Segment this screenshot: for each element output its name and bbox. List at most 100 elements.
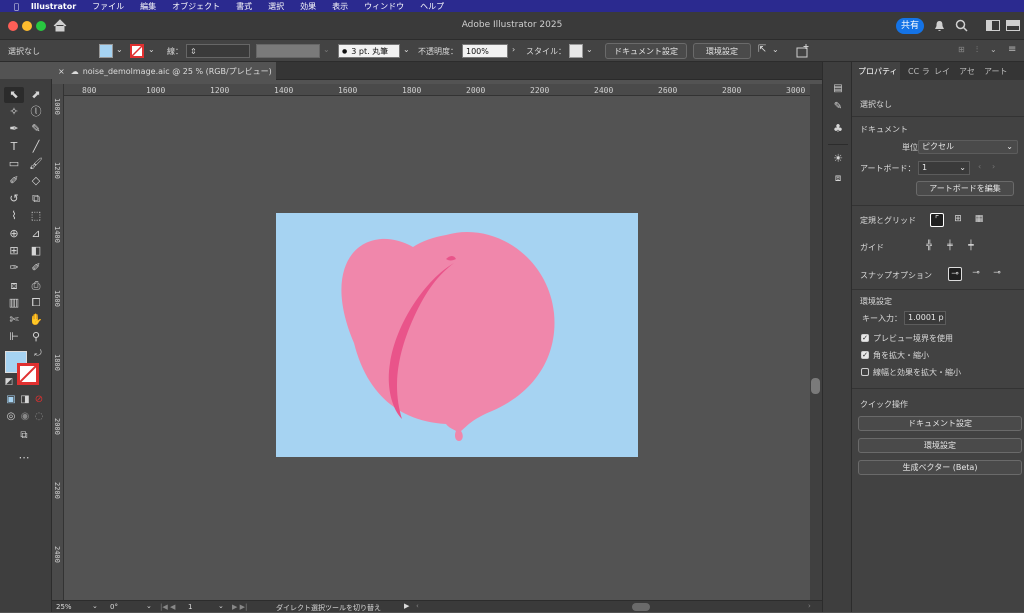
menu-edit[interactable]: 編集 xyxy=(140,1,156,12)
chevron-down-icon[interactable]: ⌄ xyxy=(116,45,123,54)
perspective-grid-tool-icon[interactable]: ⊿ xyxy=(29,227,43,241)
chevron-down-icon[interactable]: ⌄ xyxy=(586,45,593,54)
chevron-down-icon[interactable]: ⌄ xyxy=(146,602,152,610)
direct-selection-tool-icon[interactable]: ⬈ xyxy=(29,88,43,102)
rotation-value[interactable]: 0° xyxy=(110,603,118,611)
chevron-down-icon[interactable]: ⌄ xyxy=(990,45,997,54)
document-tab[interactable]: × ☁ noise_demolmage.aic @ 25 % (RGB/プレビュ… xyxy=(52,62,276,80)
preferences-button[interactable]: 環境設定 xyxy=(693,43,751,59)
horizontal-ruler[interactable]: 800 1000 1200 1400 1600 1800 2000 2200 2400 2600 2… xyxy=(64,84,810,96)
menu-select[interactable]: 選択 xyxy=(268,1,284,12)
show-guides-icon[interactable]: ╬ xyxy=(922,240,936,254)
menu-help[interactable]: ヘルプ xyxy=(420,1,444,12)
horizontal-scroll-thumb[interactable] xyxy=(632,603,650,611)
blend-tool-icon[interactable]: ⧈ xyxy=(7,279,21,293)
transform-panel-icon[interactable]: ⧈ xyxy=(831,172,845,186)
smart-guides-icon[interactable]: ┿ xyxy=(964,240,978,254)
align-icon[interactable]: ⊞ xyxy=(958,45,965,54)
canvas[interactable] xyxy=(64,96,810,600)
chevron-left-icon[interactable]: ‹ xyxy=(416,602,419,610)
magic-wand-tool-icon[interactable]: ✧ xyxy=(7,105,21,119)
chevron-right-icon[interactable]: ▶ xyxy=(404,602,409,610)
scale-corners-checkbox[interactable]: ✓ xyxy=(861,351,869,359)
rectangle-tool-icon[interactable]: ▭ xyxy=(7,157,21,171)
tab-cc-libraries[interactable]: CC ラ xyxy=(908,62,930,80)
menu-type[interactable]: 書式 xyxy=(236,1,252,12)
preview-bounds-label[interactable]: プレビュー境界を使用 xyxy=(873,333,953,344)
snap-to-pixel-icon[interactable]: ⊸ xyxy=(969,267,983,281)
chevron-down-icon[interactable]: ⌄ xyxy=(218,602,224,610)
shape-builder-tool-icon[interactable]: ⊕ xyxy=(7,227,21,241)
warp-tool-icon[interactable]: ⌇ xyxy=(7,209,21,223)
mesh-tool-icon[interactable]: ⊞ xyxy=(7,244,21,258)
lasso-tool-icon[interactable]: ⓛ xyxy=(29,105,43,119)
artboard-number[interactable]: 1 xyxy=(188,603,192,611)
hand-tool-icon[interactable]: ✋ xyxy=(29,313,43,327)
transparency-grid-icon[interactable]: ▦ xyxy=(972,213,986,227)
menu-file[interactable]: ファイル xyxy=(92,1,124,12)
edit-artboards-button[interactable]: アートボードを編集 xyxy=(916,181,1014,196)
none-mode-icon[interactable]: ⊘ xyxy=(32,393,46,407)
lock-guides-icon[interactable]: ╪ xyxy=(943,240,957,254)
opacity-label[interactable]: 不透明度： xyxy=(418,46,458,57)
bell-icon[interactable] xyxy=(934,20,945,32)
menu-object[interactable]: オブジェクト xyxy=(172,1,220,12)
symbols-panel-icon[interactable]: ♣ xyxy=(831,122,845,136)
next-artboard-icon[interactable]: ▶ ▶| xyxy=(232,603,247,611)
quick-document-setup-button[interactable]: ドキュメント設定 xyxy=(858,416,1022,431)
vertical-scrollbar[interactable] xyxy=(810,84,822,600)
next-artboard-icon[interactable]: › xyxy=(992,162,995,171)
appearance-panel-icon[interactable]: ☀ xyxy=(831,152,845,166)
scale-corners-label[interactable]: 角を拡大・縮小 xyxy=(873,350,929,361)
menu-effect[interactable]: 効果 xyxy=(300,1,316,12)
menu-view[interactable]: 表示 xyxy=(332,1,348,12)
artboard-select[interactable]: 1 ⌄ xyxy=(918,161,970,175)
previous-artboard-icon[interactable]: ‹ xyxy=(978,162,981,171)
panels-layout-icon[interactable] xyxy=(1006,20,1020,31)
draw-behind-icon[interactable]: ◉ xyxy=(18,410,32,424)
graphic-style-swatch[interactable] xyxy=(569,44,583,58)
workspace-layout-icon[interactable] xyxy=(986,20,1000,31)
peach-artwork[interactable] xyxy=(276,213,638,457)
eyedropper-tool-icon[interactable]: ✑ xyxy=(7,261,21,275)
arrange-documents-icon[interactable]: ⇱ xyxy=(758,44,766,55)
curvature-tool-icon[interactable]: ✎ xyxy=(29,122,43,136)
units-dropdown[interactable]: ピクセル ⌄ xyxy=(918,140,1018,154)
chevron-down-icon[interactable]: ⌄ xyxy=(92,602,98,610)
peach-body[interactable] xyxy=(341,231,555,441)
snap-to-point-icon[interactable]: ⊸ xyxy=(948,267,962,281)
brush-definition[interactable]: ● 3 pt. 丸筆 xyxy=(338,44,400,58)
gradient-tool-icon[interactable]: ◧ xyxy=(29,244,43,258)
paintbrush-tool-icon[interactable]: 🖌 xyxy=(29,157,43,171)
pen-tool-icon[interactable]: ✒ xyxy=(7,122,21,136)
tab-properties[interactable]: プロパティ xyxy=(852,62,900,80)
zoom-tool-icon[interactable]: ⚲ xyxy=(29,330,43,344)
free-transform-tool-icon[interactable]: ⬚ xyxy=(29,209,43,223)
scale-strokes-checkbox[interactable] xyxy=(861,368,869,376)
chevron-down-icon[interactable]: ⌄ xyxy=(403,45,410,54)
opacity-field[interactable]: 100% xyxy=(462,44,508,58)
quick-preferences-button[interactable]: 環境設定 xyxy=(858,438,1022,453)
distribute-icon[interactable]: ⫶ xyxy=(976,45,978,55)
stroke-swatch[interactable] xyxy=(130,44,144,58)
show-grid-icon[interactable]: ⊞ xyxy=(951,213,965,227)
zoom-level[interactable]: 25% xyxy=(56,603,72,611)
rotate-tool-icon[interactable]: ↺ xyxy=(7,192,21,206)
scale-tool-icon[interactable]: ⧉ xyxy=(29,192,43,206)
artboard-tool-icon[interactable]: ⧠ xyxy=(29,296,43,310)
draw-inside-icon[interactable]: ◌ xyxy=(32,410,46,424)
tab-layers[interactable]: レイ xyxy=(934,62,950,80)
show-rulers-icon[interactable]: ⌜ xyxy=(930,213,944,227)
generate-vectors-button[interactable]: 生成ベクター (Beta) xyxy=(858,460,1022,475)
vertical-ruler[interactable]: 100012001400160018002000220024002600 xyxy=(52,84,64,600)
first-artboard-icon[interactable]: |◀ ◀ xyxy=(160,603,175,611)
tab-artboards[interactable]: アート xyxy=(984,62,1008,80)
chevron-right-icon[interactable]: › xyxy=(512,45,515,54)
puppet-warp-tool-icon[interactable]: ⊩ xyxy=(7,330,21,344)
screen-mode-icon[interactable]: ⧉ xyxy=(17,429,31,443)
document-setup-button[interactable]: ドキュメント設定 xyxy=(605,43,687,59)
brushes-panel-icon[interactable]: ✎ xyxy=(831,100,845,114)
keyboard-increment-field[interactable]: 1.0001 p xyxy=(904,311,946,325)
menu-illustrator[interactable]: Illustrator xyxy=(31,2,76,11)
symbol-sprayer-tool-icon[interactable]: ⎙ xyxy=(29,279,43,293)
